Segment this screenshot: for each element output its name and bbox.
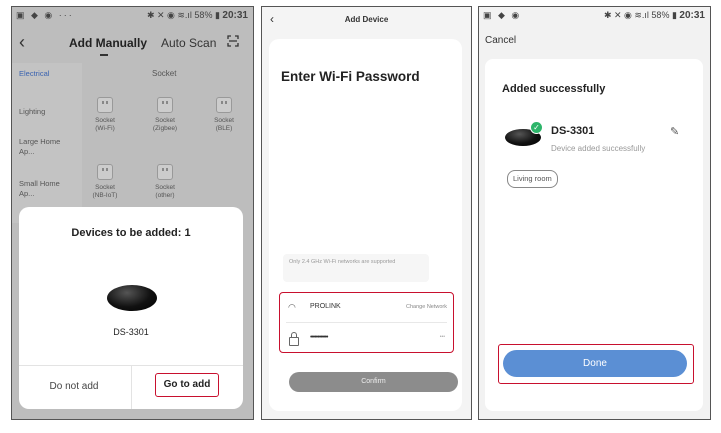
notification-icons: ▣ ◆ ◉ [483,10,522,20]
screen-added-successfully: ▣ ◆ ◉ ✱ ✕ ◉ ≋.ıl 58% ▮ 20:31 Cancel Adde… [478,6,711,420]
screen-add-manually: ▣ ◆ ◉ ··· ✱ ✕ ◉ ≋.ıl 58% ▮ 20:31 ‹ Add M… [11,6,254,420]
show-password-icon[interactable]: ••• [440,334,445,340]
page-title: Add Device [344,15,389,24]
back-arrow-icon[interactable]: ‹ [19,32,25,53]
success-title: Added successfully [502,83,606,95]
socket-icon [157,164,173,180]
clock: 20:31 [679,10,705,21]
room-chip[interactable]: Living room [507,170,558,188]
category-large-home-appliances[interactable]: Large Home Ap... [12,137,71,157]
tab-add-manually[interactable]: Add Manually [69,36,147,50]
top-bar: ‹ Add Device [262,7,471,33]
device-status: Device added successfully [551,144,646,153]
system-icons: ✱ ✕ ◉ ≋.ıl 58% ▮ [603,10,677,20]
socket-icon [97,164,113,180]
status-bar: ▣ ◆ ◉ ··· ✱ ✕ ◉ ≋.ıl 58% ▮ 20:31 [12,7,253,23]
section-heading-socket: Socket [152,69,177,78]
divider [131,365,132,409]
confirm-button[interactable]: Confirm [289,372,458,392]
cancel-button[interactable]: Cancel [485,35,516,46]
category-electrical[interactable]: Electrical [12,69,49,79]
screen-wifi-password: ‹ Add Device Enter Wi-Fi Password Only 2… [261,6,472,420]
frequency-note: Only 2.4 GHz Wi-Fi networks are supporte… [283,254,429,282]
status-bar: ▣ ◆ ◉ ✱ ✕ ◉ ≋.ıl 58% ▮ 20:31 [479,7,710,23]
socket-icon [216,97,232,113]
wifi-icon: ◠ [288,302,296,312]
password-value: •••••••••••• [310,334,328,341]
go-to-add-button[interactable]: Go to add [155,373,219,397]
do-not-add-button[interactable]: Do not add [29,381,119,392]
socket-icon [157,97,173,113]
devices-to-add-sheet: Devices to be added: 1 DS-3301 Do not ad… [19,207,243,409]
wifi-ssid: PROLINK [310,303,341,310]
scan-icon[interactable] [227,35,239,47]
edit-pencil-icon[interactable]: ✎ [670,125,679,138]
notification-icons: ▣ ◆ ◉ ··· [16,10,74,20]
wifi-network-row[interactable]: ◠ PROLINK Change Network [280,293,453,322]
password-field[interactable]: •••••••••••• ••• [280,323,453,352]
system-icons: ✱ ✕ ◉ ≋.ıl 58% ▮ [146,10,220,20]
tab-auto-scan[interactable]: Auto Scan [161,36,216,50]
device-name: DS-3301 [551,125,595,137]
check-icon: ✓ [530,121,543,134]
device-socket-wifi[interactable]: Socket (Wi-Fi) [82,97,128,133]
wifi-card: Enter Wi-Fi Password Only 2.4 GHz Wi-Fi … [269,39,462,411]
category-small-home-appliances[interactable]: Small Home Ap... [12,179,71,199]
device-name: DS-3301 [113,327,149,337]
category-lighting[interactable]: Lighting [12,107,45,117]
lock-icon [289,332,299,346]
done-highlight: Done [498,344,694,384]
wifi-credentials-group: ◠ PROLINK Change Network •••••••••••• ••… [279,292,454,353]
ir-blaster-device-image [107,285,157,311]
success-card: Added successfully ✓ DS-3301 Device adde… [485,59,703,411]
done-button[interactable]: Done [503,350,687,377]
device-socket-zigbee[interactable]: Socket (Zigbee) [142,97,188,133]
top-bar: ‹ Add Manually Auto Scan [12,23,253,63]
socket-icon [97,97,113,113]
device-socket-ble[interactable]: Socket (BLE) [201,97,247,133]
tab-indicator [100,54,108,56]
device-socket-nbiot[interactable]: Socket (NB-IoT) [82,164,128,200]
wifi-heading: Enter Wi-Fi Password [281,69,420,84]
change-network-link[interactable]: Change Network [406,304,447,310]
device-socket-other[interactable]: Socket (other) [142,164,188,200]
sheet-title: Devices to be added: 1 [71,227,191,239]
clock: 20:31 [222,10,248,21]
